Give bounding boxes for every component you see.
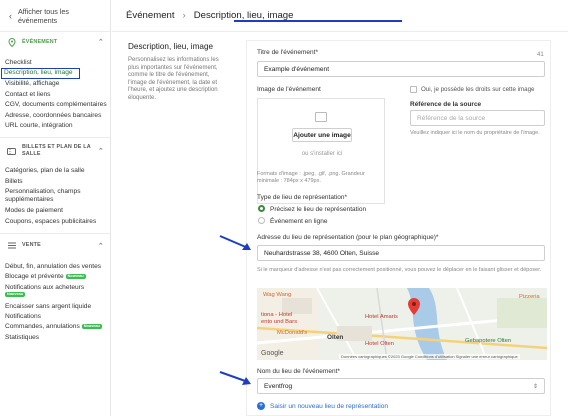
item-label: Commandes, annulations (5, 323, 80, 331)
back-to-events-link[interactable]: ‹ Afficher tous les événements (0, 0, 110, 32)
radio-online-event[interactable] (258, 217, 265, 224)
sidebar-item-encaisser[interactable]: Encaisser sans argent liquide (3, 302, 107, 312)
radio-physical-venue[interactable] (258, 205, 265, 212)
sidebar-item-notifications-acheteurs[interactable]: Notifications aux acheteurs Nouveau (3, 283, 107, 302)
new-venue-label: Saisir un nouveau lieu de représentation (270, 402, 389, 410)
map-canvas (257, 288, 547, 360)
section-vente[interactable]: VENTE ⌃ (0, 236, 110, 256)
venue-name-label: Nom du lieu de l'événement* (257, 368, 340, 375)
sidebar-item-billets[interactable]: Billets (3, 177, 107, 187)
sidebar-item-contact[interactable]: Contact et liens (3, 90, 107, 100)
character-count: 41 (537, 52, 544, 58)
chevron-right-icon: › (182, 10, 186, 21)
source-input[interactable]: Référence de la source (410, 110, 545, 126)
sidebar-item-personnalisation[interactable]: Personnalisation, champs supplémentaires (3, 187, 107, 206)
image-placeholder-icon (315, 112, 327, 122)
section-intro: Description, lieu, image Personnalisez l… (128, 42, 228, 103)
title-input[interactable]: Example d'événement (257, 61, 545, 77)
address-input[interactable]: Neuhardstrasse 38, 4600 Olten, Suisse (257, 245, 545, 261)
chevron-up-icon[interactable]: ⌃ (98, 242, 104, 250)
section-billets[interactable]: BILLETS ET PLAN DE LA SALLE ⌃ (0, 140, 110, 162)
chevron-updown-icon: ⇕ (532, 383, 538, 390)
sidebar-item-debut-fin[interactable]: Début, fin, annulation des ventes (3, 262, 107, 272)
sidebar-item-visibility[interactable]: Visibilité, affichage (3, 79, 107, 89)
chevron-left-icon: ‹ (9, 10, 12, 21)
chevron-up-icon[interactable]: ⌃ (98, 147, 104, 155)
plus-circle-icon: + (257, 402, 265, 410)
sidebar-item-cgv[interactable]: CGV, documents complémentaires (3, 100, 107, 110)
form-card: Titre de l'événement* 41 Example d'événe… (246, 40, 551, 416)
title-label: Titre de l'événement* (257, 49, 318, 56)
image-formats-hint: Formats d'image : .jpeg, .gif, .png. Gra… (257, 171, 365, 184)
venue-name-value: Eventfrog (264, 382, 293, 390)
map-marker-icon[interactable] (408, 298, 420, 320)
venue-name-select[interactable]: Eventfrog ⇕ (257, 378, 545, 394)
map-label: Pizzeria (519, 294, 540, 300)
map-label: McDonald's (277, 330, 308, 336)
breadcrumb-root[interactable]: Événement (126, 10, 175, 21)
sidebar-item-commandes[interactable]: Commandes, annulations Nouveau (3, 322, 107, 332)
section-title: VENTE (22, 242, 41, 249)
new-badge: Nouveau (81, 324, 102, 330)
item-label: Notifications aux acheteurs (5, 283, 85, 291)
sidebar-item-checklist[interactable]: Checklist (3, 58, 107, 68)
sidebar-item-paiement[interactable]: Modes de paiement (3, 206, 107, 216)
google-logo: Google (261, 350, 284, 357)
section-evenement[interactable]: ÉVÉNEMENT ⌃ (0, 32, 110, 52)
sidebar-item-categories[interactable]: Catégories, plan de la salle (3, 166, 107, 176)
list-icon (7, 241, 16, 250)
highlight-underline (234, 20, 402, 22)
add-image-button[interactable]: Ajouter une image (292, 128, 352, 142)
radio-physical-label: Précisez le lieu de représentation (270, 206, 367, 213)
map-label: Olten (327, 334, 344, 341)
location-pin-icon (7, 37, 16, 47)
sidebar-item-coupons[interactable]: Coupons, espaces publicitaires (3, 217, 107, 227)
sidebar: ‹ Afficher tous les événements ÉVÉNEMENT… (0, 0, 111, 416)
venue-type-label: Type de lieu de représentation* (257, 194, 347, 201)
map-label: tiona - Hotel (261, 312, 293, 318)
map-label: Wag Wang (263, 292, 292, 298)
map-label: ento und Bars (261, 319, 298, 325)
annotation-arrow (219, 371, 251, 385)
new-badge: Nouveau (65, 274, 86, 280)
source-hint: Veuillez indiquer ici le nom du propriét… (410, 130, 540, 136)
map-label: Hotel Olten (365, 341, 394, 347)
map-label: Gebapotere Olten (465, 338, 512, 344)
sidebar-item-blocage[interactable]: Blocage et prévente Nouveau (3, 272, 107, 282)
section-heading: Description, lieu, image (128, 42, 214, 51)
chevron-up-icon[interactable]: ⌃ (98, 38, 104, 46)
section-description: Personnalisez les informations les plus … (128, 57, 219, 101)
rights-checkbox[interactable] (410, 86, 417, 93)
image-dropzone[interactable]: Ajouter une image ou s'installer ici (257, 98, 385, 204)
back-label: Afficher tous les événements (18, 6, 70, 25)
section-title: BILLETS ET PLAN DE LA SALLE (22, 144, 91, 158)
section-title: ÉVÉNEMENT (22, 38, 58, 45)
sidebar-item-statistiques[interactable]: Statistiques (3, 333, 107, 343)
new-badge: Nouveau (5, 292, 26, 298)
rights-label: Oui, je possède les droits sur cette ima… (421, 86, 535, 93)
source-label: Référence de la source (410, 101, 482, 108)
drop-hint: ou s'installer ici (301, 151, 343, 157)
breadcrumb: Événement › Description, lieu, image (112, 0, 568, 32)
image-label: Image de l'événement (257, 86, 321, 93)
radio-online-label: Événement en ligne (270, 218, 328, 225)
item-label: Blocage et prévente (5, 273, 64, 281)
location-map[interactable]: Wag Wang Pizzeria tiona - Hotel ento und… (257, 288, 547, 360)
map-hint: Si le marqueur d'adresse n'est pas corre… (257, 267, 542, 273)
new-venue-link[interactable]: + Saisir un nouveau lieu de représentati… (257, 402, 388, 410)
sidebar-item-description[interactable]: Description, lieu, image (1, 68, 80, 80)
map-attribution: Données cartographiques ©2023 Google Con… (339, 354, 520, 359)
map-label: Hotel Amaris (365, 314, 398, 320)
annotation-arrow (219, 235, 251, 250)
sidebar-item-url[interactable]: URL courte, intégration (3, 121, 107, 131)
address-label: Adresse du lieu de représentation (pour … (257, 234, 439, 241)
ticket-icon (7, 147, 16, 156)
sidebar-item-address[interactable]: Adresse, coordonnées bancaires (3, 111, 107, 121)
sidebar-item-notifications[interactable]: Notifications (3, 312, 107, 322)
